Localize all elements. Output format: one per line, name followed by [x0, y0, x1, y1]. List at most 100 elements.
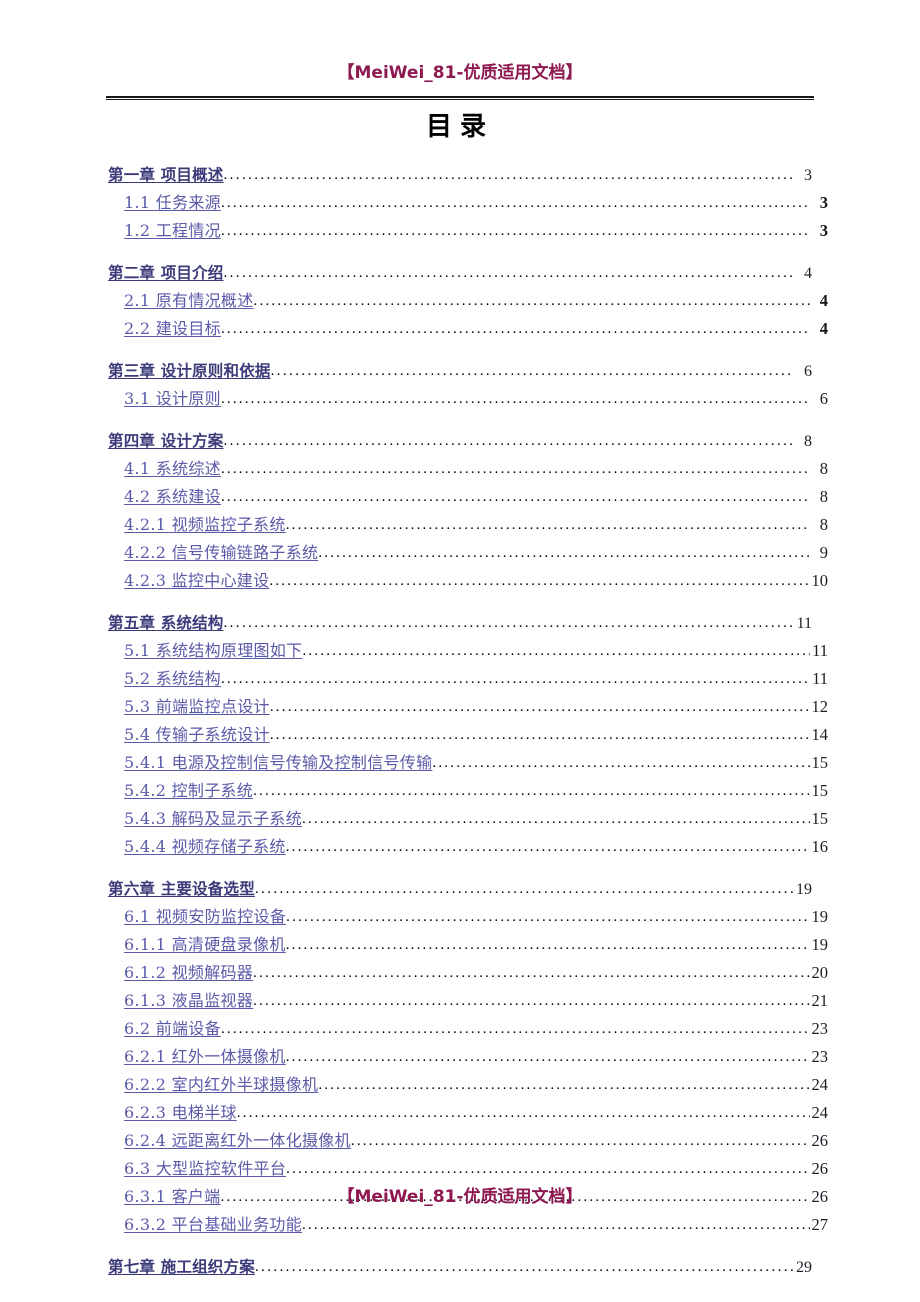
toc-entry-level-2[interactable]: 4.2.3 监控中心建设............................…: [124, 567, 828, 591]
toc-dot-leader: ........................................…: [286, 1161, 810, 1177]
toc-entry-page-number: 23: [811, 1047, 829, 1066]
toc-entry-label: 5.1 系统结构原理图如下: [124, 641, 303, 660]
toc-dot-leader: ........................................…: [254, 881, 794, 897]
toc-dot-leader: ........................................…: [253, 965, 810, 981]
toc-entry-page-number: 19: [811, 907, 829, 926]
toc-dot-leader: ........................................…: [318, 1077, 810, 1093]
document-header: 【MeiWei_81-优质适用文档】: [108, 62, 812, 84]
toc-entry-level-2[interactable]: 6.1.3 液晶监视器.............................…: [124, 987, 828, 1011]
toc-entry-level-2[interactable]: 6.1.2 视频解码器.............................…: [124, 959, 828, 983]
toc-entry-level-2[interactable]: 2.1 原有情况概述..............................…: [124, 287, 828, 311]
toc-entry-page-number: 3: [804, 167, 812, 184]
toc-entry-level-2[interactable]: 5.4.4 视频存储子系统...........................…: [124, 833, 828, 857]
toc-entry-label: 6.1.1 高清硬盘录像机: [124, 935, 286, 954]
toc-dot-leader: ........................................…: [318, 545, 810, 561]
toc-entry-label: 1.1 任务来源: [124, 193, 221, 212]
toc-entry-level-1[interactable]: 第四章 设计方案................................…: [108, 429, 812, 451]
toc-entry-label: 6.2.2 室内红外半球摄像机: [124, 1075, 319, 1094]
toc-dot-leader: ........................................…: [253, 783, 810, 799]
toc-dot-leader: ........................................…: [285, 517, 810, 533]
toc-entry-page-number: 24: [811, 1103, 829, 1122]
toc-entry-level-2[interactable]: 3.1 设计原则................................…: [124, 385, 828, 409]
toc-entry-label: 2.1 原有情况概述: [124, 291, 254, 310]
toc-entry-page-number: 19: [811, 935, 829, 954]
toc-entry-level-2[interactable]: 6.3 大型监控软件平台............................…: [124, 1155, 828, 1179]
toc-dot-leader: ........................................…: [286, 909, 810, 925]
toc-entry-level-2[interactable]: 6.2.3 电梯半球..............................…: [124, 1099, 828, 1123]
toc-entry-label: 5.3 前端监控点设计: [124, 697, 270, 716]
toc-entry-level-2[interactable]: 4.2.1 视频监控子系统...........................…: [124, 511, 828, 535]
toc-entry-label: 4.2.3 监控中心建设: [124, 571, 270, 590]
toc-entry-level-2[interactable]: 5.4 传输子系统设计.............................…: [124, 721, 828, 745]
toc-entry-label: 2.2 建设目标: [124, 319, 221, 338]
toc-entry-page-number: 8: [819, 459, 828, 478]
toc-entry-label: 第五章 系统结构: [108, 613, 224, 632]
toc-entry-page-number: 15: [811, 809, 829, 828]
toc-dot-leader: ........................................…: [302, 1217, 810, 1233]
toc-entry-level-2[interactable]: 1.1 任务来源................................…: [124, 189, 828, 213]
toc-entry-label: 5.4.2 控制子系统: [124, 781, 254, 800]
toc-entry-level-2[interactable]: 4.2 系统建设................................…: [124, 483, 828, 507]
toc-entry-level-1[interactable]: 第五章 系统结构................................…: [108, 611, 812, 633]
toc-entry-level-2[interactable]: 5.3 前端监控点设计.............................…: [124, 693, 828, 717]
toc-entry-level-1[interactable]: 第七章 施工组织方案..............................…: [108, 1255, 812, 1277]
toc-entry-level-2[interactable]: 6.1 视频安防监控设备............................…: [124, 903, 828, 927]
toc-entry-level-2[interactable]: 6.3.2 平台基础业务功能..........................…: [124, 1211, 828, 1235]
toc-dot-leader: ........................................…: [285, 839, 810, 855]
toc-entry-level-2[interactable]: 6.2.2 室内红外半球摄像机.........................…: [124, 1071, 828, 1095]
toc-entry-level-2[interactable]: 6.2 前端设备................................…: [124, 1015, 828, 1039]
toc-entry-label: 6.2.4 远距离红外一体化摄像机: [124, 1131, 351, 1150]
toc-dot-leader: ........................................…: [223, 433, 795, 449]
toc-dot-leader: ........................................…: [220, 1021, 810, 1037]
page-title: 目录: [425, 112, 494, 142]
toc-entry-page-number: 11: [796, 615, 812, 632]
toc-entry-page-number: 3: [819, 193, 828, 212]
toc-entry-level-1[interactable]: 第一章 项目概述................................…: [108, 163, 812, 185]
toc-entry-level-2[interactable]: 5.4.3 解码及显示子系统..........................…: [124, 805, 828, 829]
header-watermark-text: 【MeiWei_81-优质适用文档】: [337, 63, 583, 83]
toc-dot-leader: ........................................…: [269, 699, 810, 715]
toc-entry-page-number: 8: [804, 433, 812, 450]
toc-entry-page-number: 26: [811, 1131, 829, 1150]
header-horizontal-rule: [106, 96, 814, 100]
table-of-contents: 第一章 项目概述................................…: [0, 163, 920, 1279]
toc-entry-level-2[interactable]: 5.4.2 控制子系统.............................…: [124, 777, 828, 801]
toc-entry-level-1[interactable]: 第二章 项目介绍................................…: [108, 261, 812, 283]
toc-entry-level-2[interactable]: 5.1 系统结构原理图如下...........................…: [124, 637, 828, 661]
toc-entry-page-number: 11: [812, 669, 828, 688]
toc-entry-level-2[interactable]: 4.2.2 信号传输链路子系统.........................…: [124, 539, 828, 563]
toc-entry-level-2[interactable]: 2.2 建设目标................................…: [124, 315, 828, 339]
toc-entry-level-2[interactable]: 1.2 工程情况................................…: [124, 217, 828, 241]
toc-entry-label: 4.2 系统建设: [124, 487, 221, 506]
toc-entry-page-number: 8: [819, 487, 828, 506]
toc-entry-page-number: 27: [811, 1215, 829, 1234]
toc-entry-level-1[interactable]: 第六章 主要设备选型..............................…: [108, 877, 812, 899]
toc-entry-page-number: 15: [811, 781, 829, 800]
toc-dot-leader: ........................................…: [285, 1049, 810, 1065]
toc-dot-leader: ........................................…: [220, 461, 810, 477]
toc-entry-label: 5.4.4 视频存储子系统: [124, 837, 286, 856]
toc-dot-leader: ........................................…: [223, 265, 795, 281]
toc-entry-level-2[interactable]: 6.2.1 红外一体摄像机...........................…: [124, 1043, 828, 1067]
toc-entry-level-2[interactable]: 4.1 系统综述................................…: [124, 455, 828, 479]
toc-entry-label: 第一章 项目概述: [108, 165, 224, 184]
toc-entry-label: 6.3.2 平台基础业务功能: [124, 1215, 302, 1234]
toc-dot-leader: ........................................…: [220, 223, 810, 239]
toc-dot-leader: ........................................…: [302, 811, 810, 827]
toc-entry-page-number: 11: [812, 641, 828, 660]
toc-entry-label: 5.2 系统结构: [124, 669, 221, 688]
toc-entry-level-2[interactable]: 6.2.4 远距离红外一体化摄像机.......................…: [124, 1127, 828, 1151]
toc-dot-leader: ........................................…: [350, 1133, 810, 1149]
toc-entry-label: 第二章 项目介绍: [108, 263, 224, 282]
toc-entry-level-2[interactable]: 5.2 系统结构................................…: [124, 665, 828, 689]
toc-dot-leader: ........................................…: [269, 727, 810, 743]
toc-entry-level-2[interactable]: 6.1.1 高清硬盘录像机...........................…: [124, 931, 828, 955]
toc-entry-label: 5.4.1 电源及控制信号传输及控制信号传输: [124, 753, 433, 772]
toc-dot-leader: ........................................…: [220, 321, 810, 337]
toc-entry-level-2[interactable]: 5.4.1 电源及控制信号传输及控制信号传输..................…: [124, 749, 828, 773]
toc-entry-page-number: 4: [819, 319, 828, 338]
toc-entry-page-number: 20: [811, 963, 829, 982]
toc-entry-level-1[interactable]: 第三章 设计原则和依据.............................…: [108, 359, 812, 381]
toc-entry-page-number: 9: [819, 543, 828, 562]
toc-entry-label: 4.2.1 视频监控子系统: [124, 515, 286, 534]
